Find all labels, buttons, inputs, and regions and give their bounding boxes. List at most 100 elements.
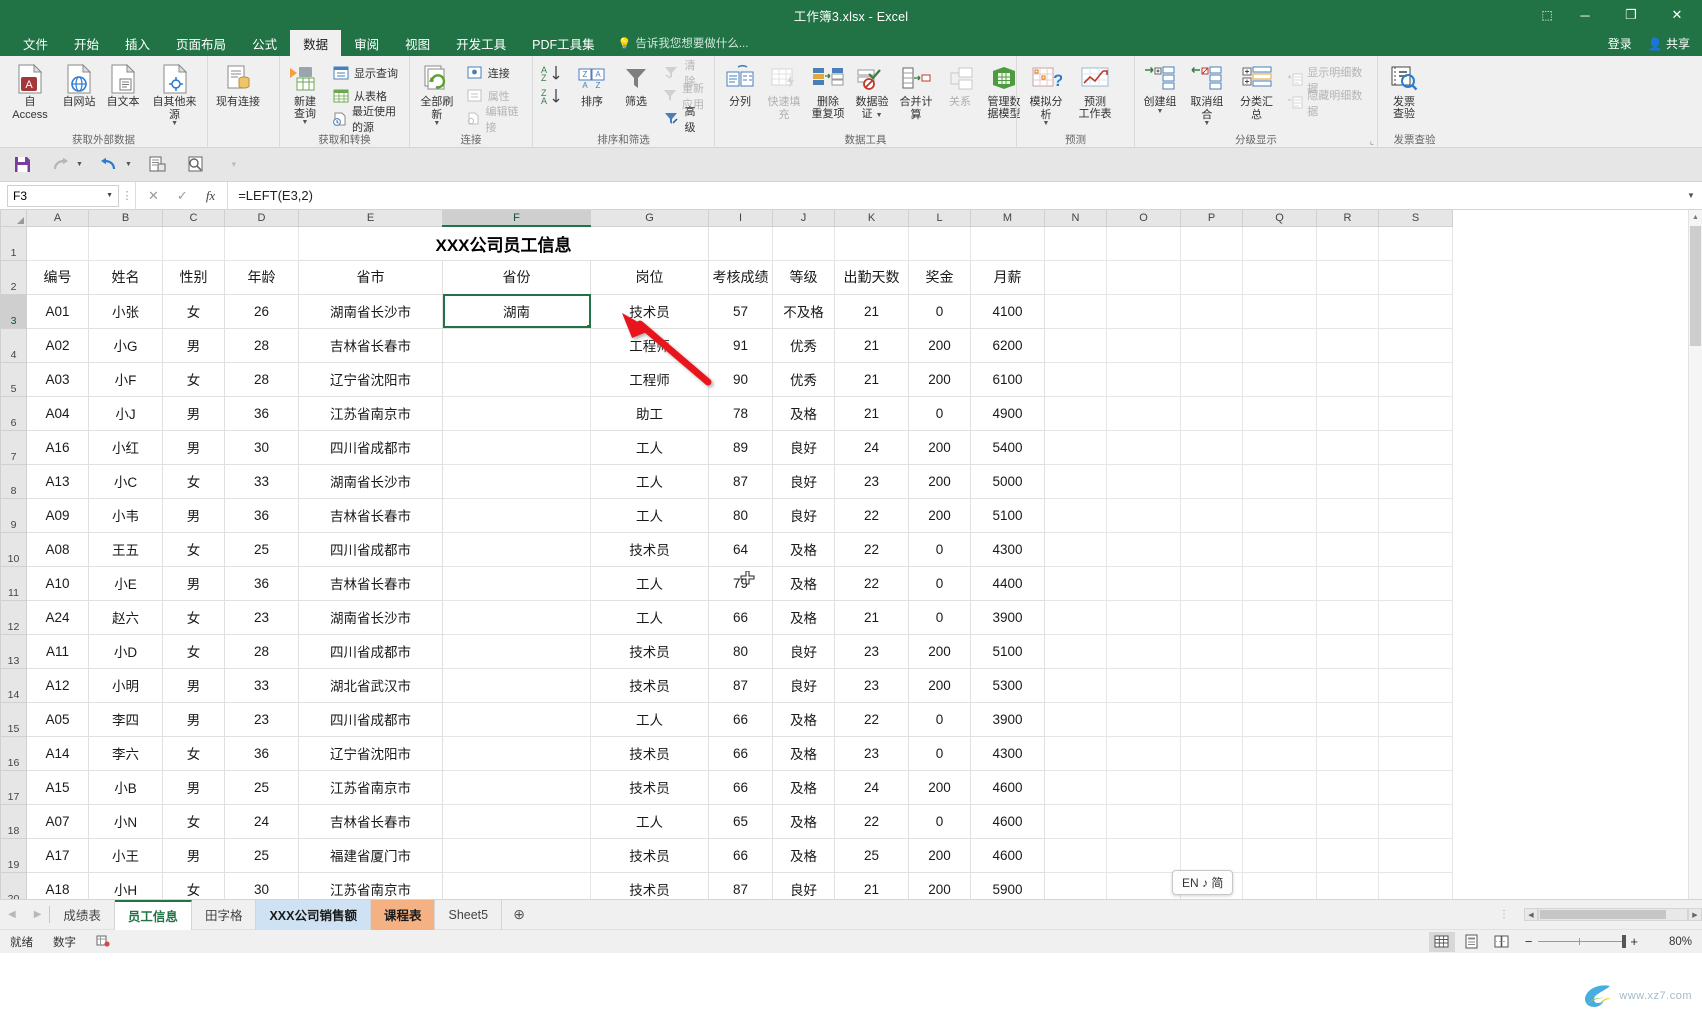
redo-dropdown-icon[interactable]: ▼ bbox=[76, 161, 83, 168]
row-header-13[interactable]: 13 bbox=[0, 633, 27, 669]
cell-I6[interactable]: 78 bbox=[708, 395, 773, 431]
cell-A7[interactable]: A16 bbox=[26, 429, 89, 465]
cell-M18[interactable]: 4600 bbox=[970, 803, 1045, 839]
tell-me-box[interactable]: 💡 告诉我您想要做什么... bbox=[618, 30, 749, 56]
cell-Q14[interactable] bbox=[1242, 667, 1317, 703]
cell-F8[interactable] bbox=[442, 463, 591, 499]
row-header-1[interactable]: 1 bbox=[0, 225, 27, 261]
cell-A15[interactable]: A05 bbox=[26, 701, 89, 737]
cell-A9[interactable]: A09 bbox=[26, 497, 89, 533]
cell-E5[interactable]: 辽宁省沈阳市 bbox=[298, 361, 443, 397]
cell-I5[interactable]: 90 bbox=[708, 361, 773, 397]
flash-fill-button[interactable]: 快速填充 bbox=[762, 60, 806, 123]
group-button[interactable]: 创建组 ▼ bbox=[1138, 60, 1182, 117]
cell-D9[interactable]: 36 bbox=[224, 497, 299, 533]
cell-O8[interactable] bbox=[1106, 463, 1181, 499]
cell-R16[interactable] bbox=[1316, 735, 1379, 771]
cell-N11[interactable] bbox=[1044, 565, 1107, 601]
cell-S11[interactable] bbox=[1378, 565, 1453, 601]
cell-L20[interactable]: 200 bbox=[908, 871, 971, 899]
cell-Q12[interactable] bbox=[1242, 599, 1317, 635]
cell-G6[interactable]: 助工 bbox=[590, 395, 709, 431]
cell-Q9[interactable] bbox=[1242, 497, 1317, 533]
cell-D15[interactable]: 23 bbox=[224, 701, 299, 737]
chevron-down-icon[interactable]: ▼ bbox=[302, 119, 309, 126]
cell-E15[interactable]: 四川省成都市 bbox=[298, 701, 443, 737]
cell-F7[interactable] bbox=[442, 429, 591, 465]
add-sheet-button[interactable]: ⊕ bbox=[502, 900, 536, 930]
cell-J18[interactable]: 及格 bbox=[772, 803, 835, 839]
cell-K16[interactable]: 23 bbox=[834, 735, 909, 771]
cell-N4[interactable] bbox=[1044, 327, 1107, 363]
sheet-prev-icon[interactable]: ◀ bbox=[8, 909, 16, 920]
cell-R12[interactable] bbox=[1316, 599, 1379, 635]
cell-A4[interactable]: A02 bbox=[26, 327, 89, 363]
cell-A3[interactable]: A01 bbox=[26, 293, 89, 329]
cell-D20[interactable]: 30 bbox=[224, 871, 299, 899]
cell-I12[interactable]: 66 bbox=[708, 599, 773, 635]
cell-B9[interactable]: 小韦 bbox=[88, 497, 163, 533]
cell-P17[interactable] bbox=[1180, 769, 1243, 805]
column-header-J[interactable]: J bbox=[772, 210, 835, 227]
cell-L3[interactable]: 0 bbox=[908, 293, 971, 329]
cell-I18[interactable]: 65 bbox=[708, 803, 773, 839]
cell-L1[interactable] bbox=[908, 225, 971, 261]
cell-P6[interactable] bbox=[1180, 395, 1243, 431]
cell-P16[interactable] bbox=[1180, 735, 1243, 771]
cell-A12[interactable]: A24 bbox=[26, 599, 89, 635]
chevron-down-icon[interactable]: ▼ bbox=[1203, 120, 1210, 127]
cell-K3[interactable]: 21 bbox=[834, 293, 909, 329]
cell-I4[interactable]: 91 bbox=[708, 327, 773, 363]
cell-J4[interactable]: 优秀 bbox=[772, 327, 835, 363]
cell-Q16[interactable] bbox=[1242, 735, 1317, 771]
cell-I19[interactable]: 66 bbox=[708, 837, 773, 873]
cell-F19[interactable] bbox=[442, 837, 591, 873]
cell-B3[interactable]: 小张 bbox=[88, 293, 163, 329]
zoom-slider-knob[interactable] bbox=[1622, 935, 1627, 948]
cell-G12[interactable]: 工人 bbox=[590, 599, 709, 635]
cell-S19[interactable] bbox=[1378, 837, 1453, 873]
cell-B12[interactable]: 赵六 bbox=[88, 599, 163, 635]
cell-B8[interactable]: 小C bbox=[88, 463, 163, 499]
cell-D19[interactable]: 25 bbox=[224, 837, 299, 873]
horizontal-scrollbar[interactable] bbox=[1538, 908, 1688, 921]
cell-B7[interactable]: 小红 bbox=[88, 429, 163, 465]
cell-O17[interactable] bbox=[1106, 769, 1181, 805]
header-cell-F2[interactable]: 省份 bbox=[442, 259, 591, 295]
new-query-button[interactable]: 新建 查询 ▼ bbox=[283, 60, 327, 128]
cell-C13[interactable]: 女 bbox=[162, 633, 225, 669]
cell-R8[interactable] bbox=[1316, 463, 1379, 499]
cell-C1[interactable] bbox=[162, 225, 225, 261]
cell-R1[interactable] bbox=[1316, 225, 1379, 261]
cell-I7[interactable]: 89 bbox=[708, 429, 773, 465]
cell-E10[interactable]: 四川省成都市 bbox=[298, 531, 443, 567]
cell-K9[interactable]: 22 bbox=[834, 497, 909, 533]
cell-S3[interactable] bbox=[1378, 293, 1453, 329]
cell-B6[interactable]: 小J bbox=[88, 395, 163, 431]
cell-N6[interactable] bbox=[1044, 395, 1107, 431]
cell-N18[interactable] bbox=[1044, 803, 1107, 839]
chevron-down-icon[interactable]: ▼ bbox=[1157, 108, 1164, 115]
cell-O9[interactable] bbox=[1106, 497, 1181, 533]
cell-J10[interactable]: 及格 bbox=[772, 531, 835, 567]
formula-input[interactable]: =LEFT(E3,2) bbox=[227, 181, 1680, 210]
cell-J13[interactable]: 良好 bbox=[772, 633, 835, 669]
cell-O11[interactable] bbox=[1106, 565, 1181, 601]
cell-F3[interactable]: 湖南 bbox=[442, 293, 591, 329]
cell-G17[interactable]: 技术员 bbox=[590, 769, 709, 805]
row-header-16[interactable]: 16 bbox=[0, 735, 27, 771]
ribbon-tab-page-layout[interactable]: 页面布局 bbox=[163, 30, 239, 56]
cell-I17[interactable]: 66 bbox=[708, 769, 773, 805]
cell-B14[interactable]: 小明 bbox=[88, 667, 163, 703]
cell-S5[interactable] bbox=[1378, 361, 1453, 397]
cell-Q3[interactable] bbox=[1242, 293, 1317, 329]
cell-P13[interactable] bbox=[1180, 633, 1243, 669]
cell-B19[interactable]: 小王 bbox=[88, 837, 163, 873]
cell-J5[interactable]: 优秀 bbox=[772, 361, 835, 397]
cell-S2[interactable] bbox=[1378, 259, 1453, 295]
cell-I1[interactable] bbox=[708, 225, 773, 261]
cell-Q5[interactable] bbox=[1242, 361, 1317, 397]
cell-K5[interactable]: 21 bbox=[834, 361, 909, 397]
cell-J19[interactable]: 及格 bbox=[772, 837, 835, 873]
cell-M20[interactable]: 5900 bbox=[970, 871, 1045, 899]
